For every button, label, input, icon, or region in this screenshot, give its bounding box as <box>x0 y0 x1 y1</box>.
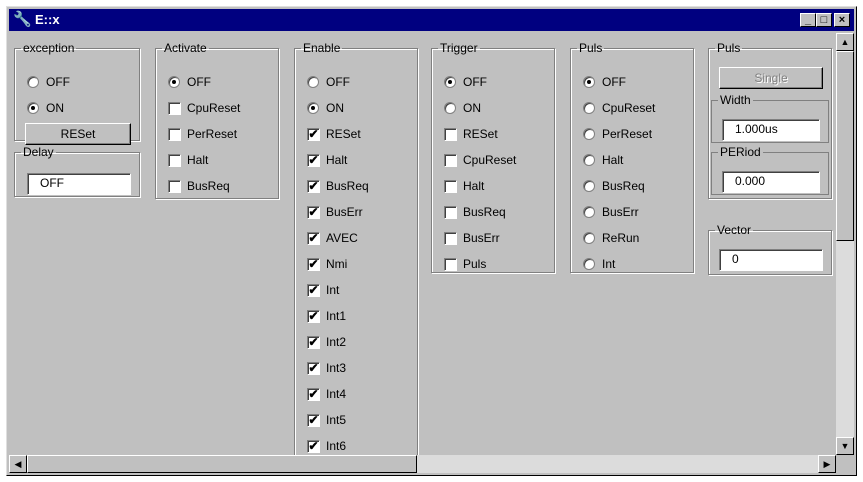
vector-field[interactable]: 0 <box>719 249 823 271</box>
checkmark-icon: ✔ <box>307 231 320 245</box>
radio-icon <box>583 102 595 114</box>
checkbox-icon <box>444 154 457 167</box>
client-area: exception OFF ON RESet Delay OFF Activat… <box>9 33 854 473</box>
wrench-icon: 🔧 <box>13 11 32 28</box>
checkmark-icon: ✔ <box>307 283 320 297</box>
checkbox-icon <box>168 128 181 141</box>
radio-icon <box>307 76 319 88</box>
width-field[interactable]: 1.000us <box>722 119 820 141</box>
radio-icon <box>583 232 595 244</box>
horizontal-scrollbar[interactable]: ◀ ▶ <box>9 455 836 473</box>
checkmark-icon: ✔ <box>307 179 320 193</box>
checkmark-icon: ✔ <box>307 413 320 427</box>
radio-icon <box>27 76 39 88</box>
title-bar[interactable]: 🔧 E::x _ □ × <box>9 9 854 31</box>
checkmark-icon: ✔ <box>307 257 320 271</box>
checkbox-icon <box>444 180 457 193</box>
radio-icon <box>583 154 595 166</box>
activate-legend: Activate <box>164 41 207 55</box>
vector-group: Vector 0 <box>708 223 832 275</box>
checkbox-icon <box>444 206 457 219</box>
scroll-up-icon[interactable]: ▲ <box>836 33 854 51</box>
vertical-scroll-thumb[interactable] <box>836 51 854 241</box>
delay-legend: Delay <box>23 145 54 159</box>
checkbox-icon <box>444 232 457 245</box>
maximize-button[interactable]: □ <box>816 13 832 27</box>
radio-selected-icon <box>307 102 319 114</box>
scroll-right-icon[interactable]: ▶ <box>818 455 836 473</box>
checkmark-icon: ✔ <box>307 361 320 375</box>
puls-settings-legend: Puls <box>717 41 741 55</box>
checkmark-icon: ✔ <box>307 309 320 323</box>
app-window: 🔧 E::x _ □ × exception OFF ON RESet Dela… <box>6 6 857 476</box>
checkmark-icon: ✔ <box>307 153 320 167</box>
activate-group: Activate OFF CpuReset PerReset Halt BusR… <box>155 41 279 199</box>
horizontal-scroll-thumb[interactable] <box>27 455 417 473</box>
width-group: Width 1.000us <box>711 93 829 143</box>
checkmark-icon: ✔ <box>307 387 320 401</box>
period-field[interactable]: 0.000 <box>722 171 820 193</box>
radio-icon <box>583 258 595 270</box>
close-button[interactable]: × <box>834 13 850 27</box>
reset-button[interactable]: RESet <box>25 123 131 145</box>
enable-legend: Enable <box>303 41 341 55</box>
enable-group: Enable OFF ON ✔ RESet ✔ Halt ✔ BusReq ✔ BusE… <box>294 41 418 457</box>
delay-group: Delay OFF <box>14 145 140 197</box>
exception-legend: exception <box>23 41 75 55</box>
radio-selected-icon <box>583 76 595 88</box>
vertical-scrollbar[interactable]: ▲ ▼ <box>836 33 854 455</box>
minimize-button[interactable]: _ <box>800 13 816 27</box>
puls-group: Puls OFF CpuReset PerReset Halt BusReq B… <box>570 41 694 273</box>
period-legend: PERiod <box>720 145 761 159</box>
radio-icon <box>583 206 595 218</box>
vector-legend: Vector <box>717 223 752 237</box>
radio-icon <box>444 102 456 114</box>
radio-selected-icon <box>444 76 456 88</box>
scroll-down-icon[interactable]: ▼ <box>836 437 854 455</box>
trigger-group: Trigger OFF ON RESet CpuReset Halt BusRe… <box>431 41 555 273</box>
radio-selected-icon <box>27 102 39 114</box>
radio-icon <box>583 128 595 140</box>
single-button[interactable]: Single <box>719 67 823 89</box>
scroll-left-icon[interactable]: ◀ <box>9 455 27 473</box>
checkbox-icon <box>168 180 181 193</box>
checkbox-icon <box>444 128 457 141</box>
window-title: E::x <box>35 12 60 27</box>
checkmark-icon: ✔ <box>307 127 320 141</box>
checkbox-icon <box>444 258 457 271</box>
checkbox-icon <box>168 102 181 115</box>
checkmark-icon: ✔ <box>307 439 320 453</box>
width-legend: Width <box>720 93 751 107</box>
radio-icon <box>583 180 595 192</box>
resize-grip-icon[interactable] <box>836 455 854 473</box>
trigger-legend: Trigger <box>440 41 478 55</box>
exception-group: exception OFF ON RESet <box>14 41 140 145</box>
puls-legend: Puls <box>579 41 603 55</box>
checkmark-icon: ✔ <box>307 205 320 219</box>
radio-selected-icon <box>168 76 180 88</box>
delay-field[interactable]: OFF <box>27 173 131 195</box>
period-group: PERiod 0.000 <box>711 145 829 195</box>
checkbox-icon <box>168 154 181 167</box>
checkmark-icon: ✔ <box>307 335 320 349</box>
